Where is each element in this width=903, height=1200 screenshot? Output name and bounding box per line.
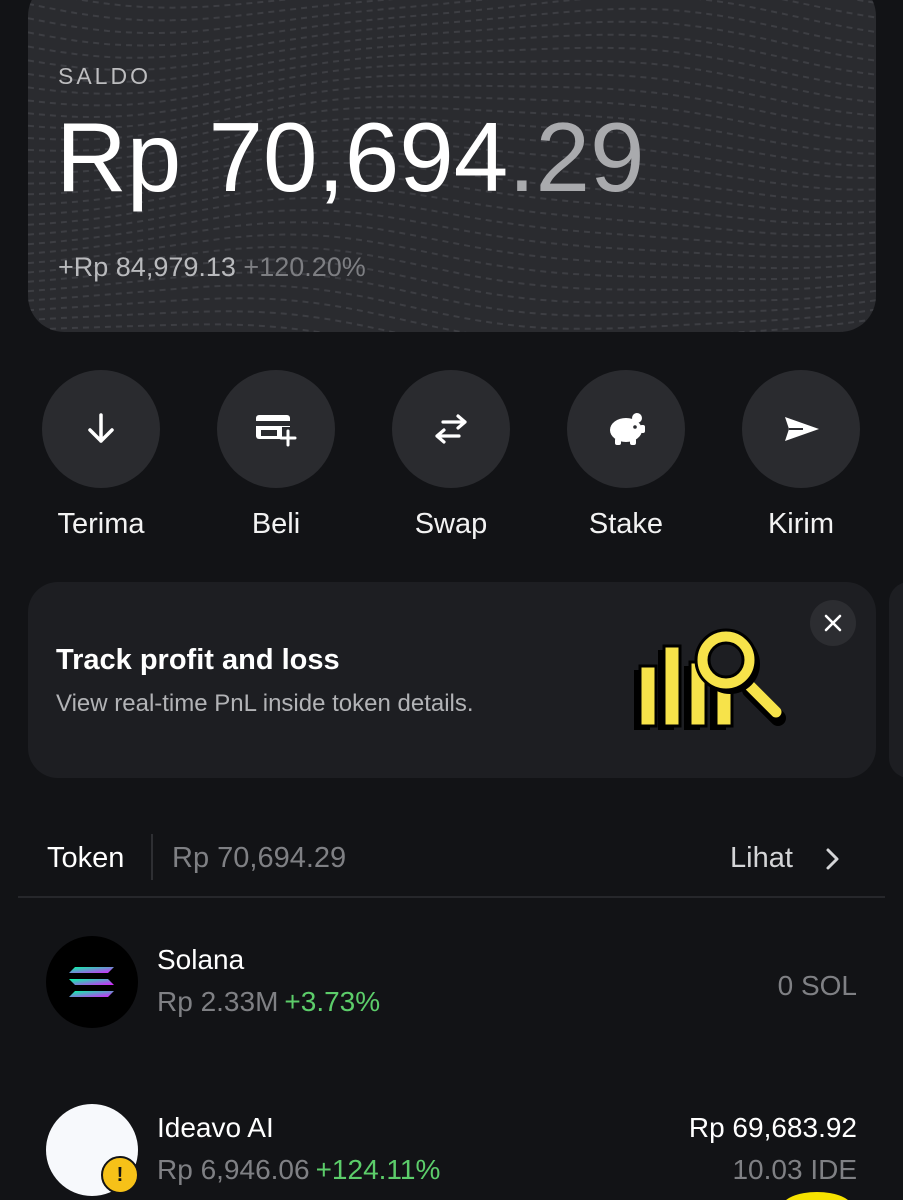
close-icon bbox=[824, 614, 842, 632]
solana-icon bbox=[46, 936, 138, 1028]
wave-line bbox=[28, 323, 325, 332]
wave-line bbox=[28, 0, 876, 35]
swap-arrows-icon bbox=[435, 414, 467, 444]
chart-magnifier-icon bbox=[634, 628, 786, 730]
swap-label: Swap bbox=[414, 508, 488, 540]
send-circle[interactable] bbox=[742, 370, 860, 488]
header-divider bbox=[151, 834, 153, 880]
chevron-right-icon[interactable] bbox=[822, 844, 844, 874]
stake-button[interactable]: Stake bbox=[551, 370, 701, 541]
receive-circle[interactable] bbox=[42, 370, 160, 488]
swap-button[interactable]: Swap bbox=[376, 370, 526, 541]
token-price-value: Rp 2.33M bbox=[157, 986, 279, 1017]
wave-line bbox=[75, 0, 292, 9]
balance-label: SALDO bbox=[58, 63, 151, 89]
balance-amount-decimals: .29 bbox=[508, 102, 645, 212]
token-quantity: 10.03 IDE bbox=[732, 1154, 857, 1185]
wave-line bbox=[28, 209, 876, 259]
wave-line bbox=[28, 0, 876, 22]
wave-line bbox=[28, 0, 876, 47]
quick-actions: Terima Beli Swap Stake Kirim bbox=[0, 370, 903, 550]
arrow-down-icon bbox=[88, 413, 114, 443]
send-label: Kirim bbox=[767, 508, 835, 540]
token-section-header: Token Rp 70,694.29 Lihat bbox=[0, 830, 903, 898]
wave-line bbox=[28, 7, 876, 59]
promo-title: Track profit and loss bbox=[56, 644, 340, 676]
wave-line bbox=[28, 33, 876, 83]
token-total-value: Rp 70,694.29 bbox=[172, 842, 347, 874]
token-row-solana[interactable]: Solana Rp 2.33M +3.73% 0 SOL bbox=[0, 936, 903, 1066]
wallet-home-screen: SALDO Rp 70,694.29 +Rp 84,979.13 +120.20… bbox=[0, 0, 903, 1200]
token-price: Rp 2.33M +3.73% bbox=[157, 986, 380, 1018]
token-tab[interactable]: Token bbox=[47, 842, 124, 875]
balance-change-pct: +120.20% bbox=[243, 252, 366, 282]
warning-badge-icon: ! bbox=[101, 1156, 139, 1194]
token-name: Ideavo AI bbox=[157, 1112, 274, 1143]
receive-label: Terima bbox=[57, 508, 145, 540]
send-icon bbox=[785, 417, 819, 441]
stake-circle[interactable] bbox=[567, 370, 685, 488]
buy-circle[interactable] bbox=[217, 370, 335, 488]
token-value: Rp 69,683.92 bbox=[688, 1112, 857, 1143]
next-promo-card-edge[interactable] bbox=[889, 582, 903, 778]
token-name: Solana bbox=[157, 944, 245, 975]
wave-line bbox=[28, 59, 876, 107]
piggy-bank-icon bbox=[610, 413, 645, 445]
wave-line bbox=[28, 20, 876, 72]
close-button[interactable] bbox=[810, 600, 856, 646]
pnl-promo-card[interactable]: Track profit and loss View real-time PnL… bbox=[28, 582, 876, 778]
header-separator bbox=[18, 896, 885, 898]
buy-label: Beli bbox=[251, 508, 301, 540]
token-price-change: +124.11% bbox=[315, 1154, 441, 1185]
wave-line bbox=[28, 46, 876, 95]
token-quantity: 0 SOL bbox=[777, 970, 857, 1001]
token-row-ideavo[interactable]: ! Ideavo AI Rp 6,946.06 +124.11% Rp 69,68… bbox=[0, 1104, 903, 1200]
wave-line bbox=[28, 297, 876, 332]
balance-amount-main: Rp 70,694 bbox=[56, 102, 509, 212]
receive-button[interactable]: Terima bbox=[26, 370, 176, 541]
send-button[interactable]: Kirim bbox=[726, 370, 876, 541]
balance-card: SALDO Rp 70,694.29 +Rp 84,979.13 +120.20… bbox=[28, 0, 876, 332]
token-price-change: +3.73% bbox=[284, 986, 381, 1017]
balance-amount: Rp 70,694.29 bbox=[56, 108, 644, 206]
stake-label: Stake bbox=[588, 508, 664, 540]
swap-circle[interactable] bbox=[392, 370, 510, 488]
wave-line bbox=[28, 310, 876, 332]
wave-line bbox=[28, 284, 876, 330]
balance-change: +Rp 84,979.13 +120.20% bbox=[58, 252, 366, 283]
see-all-link[interactable]: Lihat bbox=[730, 842, 793, 875]
card-plus-icon bbox=[256, 415, 297, 447]
buy-button[interactable]: Beli bbox=[201, 370, 351, 541]
balance-change-abs: +Rp 84,979.13 bbox=[58, 252, 236, 282]
token-price: Rp 6,946.06 +124.11% bbox=[157, 1154, 440, 1186]
promo-subtitle: View real-time PnL inside token details. bbox=[56, 690, 474, 717]
token-price-value: Rp 6,946.06 bbox=[157, 1154, 310, 1185]
